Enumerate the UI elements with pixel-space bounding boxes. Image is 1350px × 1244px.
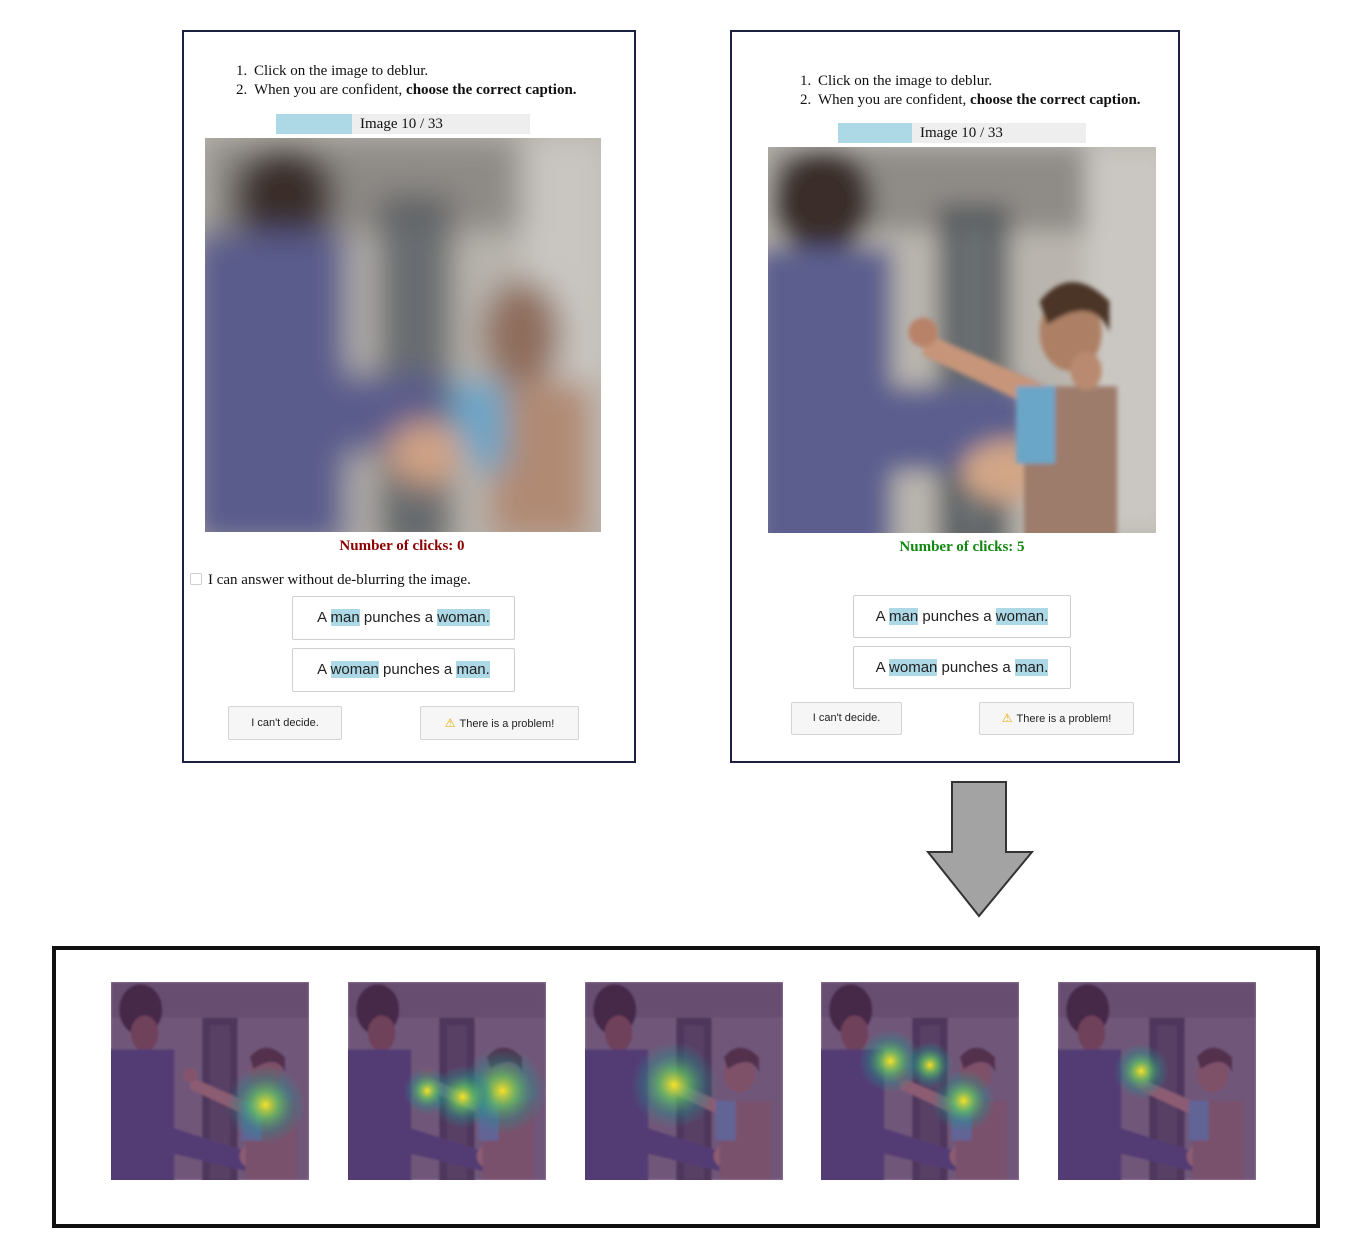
progress-label: Image 10 / 33 (360, 116, 443, 132)
progress-fill (838, 123, 913, 143)
cant-decide-label: I can't decide. (812, 712, 881, 724)
caption-highlight: woman (889, 659, 938, 676)
caption-text: A (875, 659, 890, 676)
report-problem-button[interactable]: ⚠ There is a problem! (420, 706, 579, 740)
report-problem-button[interactable]: ⚠ There is a problem! (979, 702, 1134, 735)
heatmap-image (1058, 982, 1256, 1180)
attention-heatmap-4 (821, 982, 1019, 1180)
progress-label: Image 10 / 33 (920, 125, 1003, 141)
progress-bar: Image 10 / 33 (276, 114, 530, 134)
caption-highlight: woman. (995, 608, 1049, 625)
attention-heatmap-5 (1058, 982, 1256, 1180)
partially-deblurred-photo[interactable] (768, 147, 1156, 533)
heatmap-image (348, 982, 546, 1180)
caption-highlight: man. (456, 661, 490, 678)
caption-highlight: woman (330, 661, 379, 678)
caption-highlight: woman. (437, 609, 490, 626)
down-arrow-icon (926, 781, 1034, 918)
caption-text: punches a (378, 661, 457, 678)
instruction-1: 1. Click on the image to deblur. (236, 63, 429, 79)
progress-fill (276, 114, 353, 134)
progress-bar: Image 10 / 33 (838, 123, 1086, 143)
heatmap-strip (52, 946, 1320, 1228)
caption-text: A (875, 608, 890, 625)
caption-highlight: man (889, 608, 919, 625)
attention-heatmap-1 (111, 982, 309, 1180)
caption-text: punches a (359, 609, 438, 626)
blurred-photo[interactable] (205, 138, 601, 532)
checkbox-label: I can answer without de-blurring the ima… (208, 572, 471, 588)
caption-text: A (317, 661, 331, 678)
caption-option-1[interactable]: A man punches a woman. (853, 595, 1071, 638)
caption-option-2[interactable]: A woman punches a man. (853, 646, 1071, 689)
caption-option-1[interactable]: A man punches a woman. (292, 596, 515, 640)
heatmap-image (111, 982, 309, 1180)
skip-deblur-checkbox[interactable]: I can answer without de-blurring the ima… (190, 572, 471, 589)
instructions: 1. Click on the image to deblur. 2. When y… (236, 62, 577, 100)
attention-heatmap-3 (585, 982, 783, 1180)
instruction-2: 2. When you are confident, choose the cor… (800, 92, 1141, 108)
caption-highlight: man. (1014, 659, 1049, 676)
report-problem-label: There is a problem! (459, 718, 555, 730)
report-problem-label: There is a problem! (1016, 713, 1112, 725)
heatmap-image (585, 982, 783, 1180)
instruction-2: 2. When you are confident, choose the cor… (236, 82, 577, 98)
warning-icon: ⚠ (444, 716, 456, 730)
caption-text: punches a (918, 608, 996, 625)
caption-highlight: man (330, 609, 360, 626)
task-panel-before: 1. Click on the image to deblur. 2. When y… (182, 30, 636, 763)
caption-text: punches a (937, 659, 1015, 676)
cant-decide-label: I can't decide. (251, 717, 319, 729)
caption-option-2[interactable]: A woman punches a man. (292, 648, 515, 692)
photo-scene (768, 147, 1156, 533)
task-panel-after: 1. Click on the image to deblur. 2. When y… (730, 30, 1180, 763)
caption-text: A (317, 609, 331, 626)
photo-scene (205, 138, 601, 532)
clicks-counter: Number of clicks: 5 (899, 539, 1025, 555)
clicks-counter: Number of clicks: 0 (339, 538, 465, 554)
attention-heatmap-2 (348, 982, 546, 1180)
cant-decide-button[interactable]: I can't decide. (228, 706, 342, 740)
warning-icon: ⚠ (1001, 711, 1013, 725)
instructions: 1. Click on the image to deblur. 2. When y… (800, 72, 1141, 110)
cant-decide-button[interactable]: I can't decide. (791, 702, 902, 735)
instruction-1: 1. Click on the image to deblur. (800, 73, 993, 89)
checkbox-box[interactable] (190, 573, 202, 585)
heatmap-image (821, 982, 1019, 1180)
